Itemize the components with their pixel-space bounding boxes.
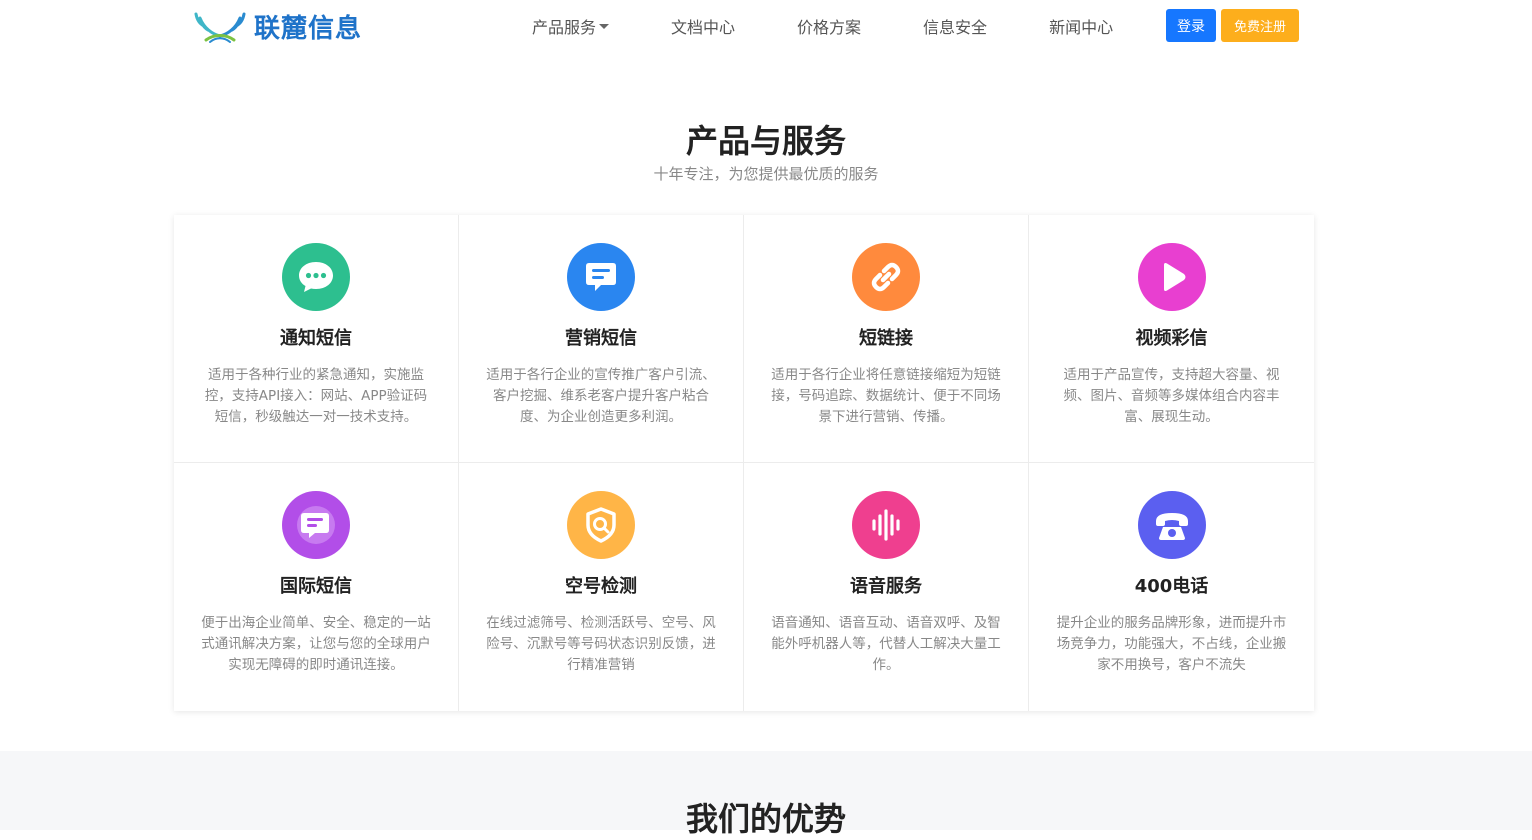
section-title-advantages: 我们的优势 (685, 800, 846, 838)
product-grid: 通知短信 适用于各种行业的紧急通知，实施监控，支持API接入：网站、APP验证码… (174, 215, 1314, 711)
product-card-voice-service[interactable]: 语音服务 语音通知、语音互动、语音双呼、及智能外呼机器人等，代替人工解决大量工作… (744, 463, 1029, 711)
section-title-products: 产品与服务 (685, 122, 846, 160)
nav-item-docs[interactable]: 文档中心 (671, 14, 735, 38)
product-card-title: 语音服务 (850, 576, 922, 597)
nav-item-label: 新闻中心 (1049, 18, 1114, 37)
product-card-title: 视频彩信 (1135, 328, 1208, 349)
play-icon (1137, 243, 1206, 311)
telephone-icon (1137, 491, 1206, 559)
product-card-title: 通知短信 (280, 328, 352, 349)
nav-item-security[interactable]: 信息安全 (923, 14, 987, 38)
product-card-title: 400电话 (1134, 576, 1209, 597)
product-card-title: 营销短信 (565, 328, 637, 349)
logo[interactable]: 联麓信息 (192, 6, 362, 46)
logo-text: 联麓信息 (254, 13, 363, 44)
nav-item-label: 信息安全 (923, 18, 988, 37)
nav-item-news[interactable]: 新闻中心 (1049, 14, 1113, 38)
product-card-desc: 适用于产品宣传，支持超大容量、视频、图片、音频等多媒体组合内容丰富、展现生动。 (1063, 367, 1280, 425)
product-card-desc: 便于出海企业简单、安全、稳定的一站式通讯解决方案，让您与您的全球用户实现无障碍的… (201, 615, 431, 673)
shield-search-icon (567, 491, 635, 559)
chat-bubble-icon (282, 243, 350, 311)
product-card-international-sms[interactable]: 国际短信 便于出海企业简单、安全、稳定的一站式通讯解决方案，让您与您的全球用户实… (174, 463, 459, 711)
product-card-desc: 适用于各种行业的紧急通知，实施监控，支持API接入：网站、APP验证码短信，秒级… (204, 367, 428, 425)
product-card-number-check[interactable]: 空号检测 在线过滤筛号、检测活跃号、空号、风险号、沉默号等号码状态识别反馈，进行… (459, 463, 744, 711)
product-card-title: 短链接 (859, 328, 913, 349)
product-card-desc: 提升企业的服务品牌形象，进而提升市场竞争力，功能强大，不占线，企业搬家不用换号，… (1056, 615, 1287, 673)
sound-wave-icon (852, 491, 920, 559)
nav-item-label: 产品服务 (532, 18, 597, 37)
message-icon (567, 243, 635, 311)
product-card-video-mms[interactable]: 视频彩信 适用于产品宣传，支持超大容量、视频、图片、音频等多媒体组合内容丰富、展… (1029, 215, 1314, 463)
antler-logo-icon (194, 12, 246, 43)
caret-down-icon (599, 23, 610, 29)
globe-message-icon (282, 491, 350, 559)
section-subtitle-products: 十年专注，为您提供最优质的服务 (653, 165, 879, 183)
register-button[interactable]: 免费注册 (1221, 9, 1299, 42)
login-button[interactable]: 登录 (1166, 9, 1216, 42)
product-card-title: 国际短信 (280, 576, 352, 597)
link-icon (852, 243, 920, 311)
product-card-desc: 适用于各行企业将任意链接缩短为短链接，号码追踪、数据统计、便于不同场景下进行营销… (771, 367, 1001, 425)
product-card-desc: 在线过滤筛号、检测活跃号、空号、风险号、沉默号等号码状态识别反馈，进行精准营销 (486, 615, 716, 673)
product-card-notification-sms[interactable]: 通知短信 适用于各种行业的紧急通知，实施监控，支持API接入：网站、APP验证码… (174, 215, 459, 463)
product-card-short-link[interactable]: 短链接 适用于各行企业将任意链接缩短为短链接，号码追踪、数据统计、便于不同场景下… (744, 215, 1029, 463)
product-card-desc: 语音通知、语音互动、语音双呼、及智能外呼机器人等，代替人工解决大量工作。 (771, 615, 1001, 673)
product-card-marketing-sms[interactable]: 营销短信 适用于各行企业的宣传推广客户引流、客户挖掘、维系老客户提升客户粘合度、… (459, 215, 744, 463)
product-card-desc: 适用于各行企业的宣传推广客户引流、客户挖掘、维系老客户提升客户粘合度、为企业创造… (486, 367, 716, 425)
product-card-title: 空号检测 (565, 576, 637, 597)
product-card-400-phone[interactable]: 400电话 提升企业的服务品牌形象，进而提升市场竞争力，功能强大，不占线，企业搬… (1029, 463, 1314, 711)
nav-item-label: 价格方案 (797, 18, 862, 37)
nav-item-label: 文档中心 (671, 18, 736, 37)
nav-item-products[interactable]: 产品服务 (532, 14, 610, 38)
nav-item-pricing[interactable]: 价格方案 (797, 14, 861, 38)
main-nav: 产品服务 文档中心 价格方案 信息安全 新闻中心 (532, 0, 1113, 52)
site-header: 联麓信息 产品服务 文档中心 价格方案 信息安全 新闻中心 登录 免费注册 (0, 0, 1532, 54)
